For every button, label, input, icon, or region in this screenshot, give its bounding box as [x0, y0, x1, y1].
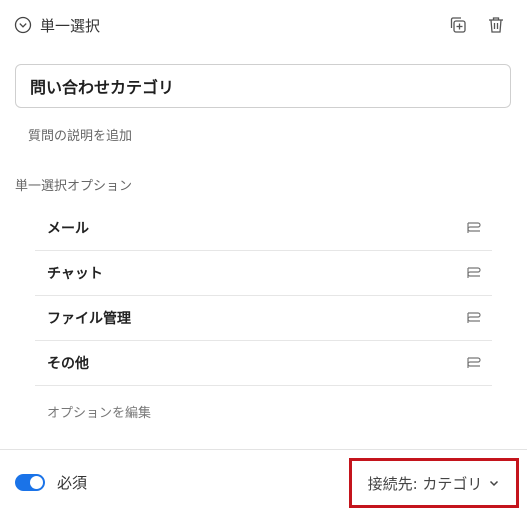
branch-logic-icon[interactable]	[466, 310, 482, 326]
option-label: ファイル管理	[47, 311, 131, 327]
question-type-label: 単一選択	[40, 16, 101, 35]
duplicate-icon[interactable]	[447, 14, 469, 36]
option-label: その他	[47, 356, 89, 372]
option-label: チャット	[47, 266, 103, 282]
options-section-label: 単一選択オプション	[15, 179, 133, 194]
trash-icon[interactable]	[485, 14, 507, 36]
required-toggle[interactable]	[15, 474, 45, 491]
question-type-selector[interactable]: 単一選択	[14, 15, 100, 36]
question-header: 単一選択	[14, 10, 507, 40]
connection-dropdown[interactable]: 接続先: カテゴリ	[349, 458, 519, 508]
question-title-input[interactable]	[30, 76, 496, 96]
branch-logic-icon[interactable]	[466, 265, 482, 281]
chevron-down-icon	[488, 477, 500, 489]
branch-logic-icon[interactable]	[466, 355, 482, 371]
circle-chevron-down-icon	[14, 16, 32, 34]
footer-divider	[0, 449, 527, 450]
option-item[interactable]: ファイル管理	[35, 296, 492, 341]
branch-logic-icon[interactable]	[466, 220, 482, 236]
option-label: メール	[47, 221, 89, 237]
option-item[interactable]: その他	[35, 341, 492, 386]
add-description-link[interactable]: 質問の説明を追加	[28, 125, 132, 144]
question-title-field[interactable]	[15, 64, 511, 108]
required-label: 必須	[57, 474, 88, 492]
option-item[interactable]: メール	[35, 206, 492, 251]
edit-options-link[interactable]: オプションを編集	[35, 386, 492, 436]
options-list: メール チャット ファイル管理 その他 オプションを編集	[35, 206, 492, 436]
connection-label: 接続先: カテゴリ	[367, 474, 483, 493]
option-item[interactable]: チャット	[35, 251, 492, 296]
required-toggle-group: 必須	[15, 472, 87, 493]
toggle-knob	[30, 476, 43, 489]
